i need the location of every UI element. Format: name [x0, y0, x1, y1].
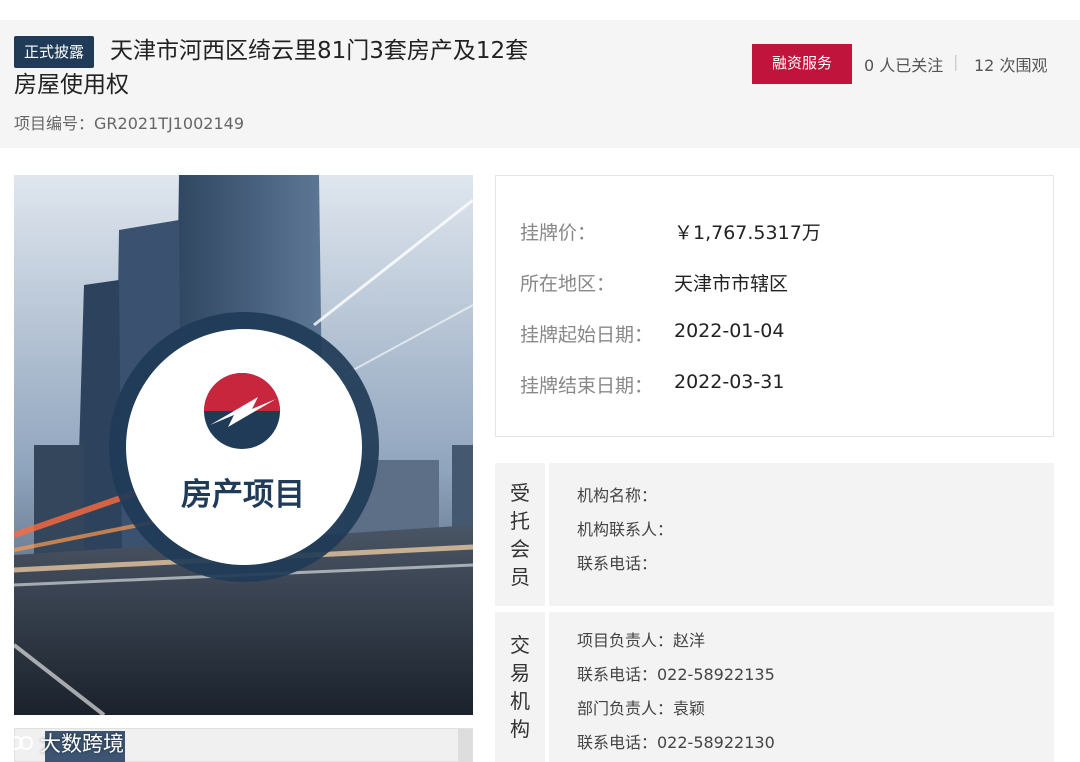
end-date-value: 2022-03-31	[674, 371, 785, 393]
heading-char: 构	[510, 717, 530, 741]
entrusted-member-heading: 受 托 会 员	[495, 463, 549, 606]
heading-char: 会	[510, 536, 530, 561]
listing-price-label: 挂牌价：	[520, 222, 597, 244]
member-contact-person: 机构联系人：	[577, 520, 674, 539]
end-date-row: 挂牌结束日期： 2022-03-31	[520, 371, 784, 398]
member-org-name: 机构名称：	[577, 486, 658, 505]
project-number: 项目编号：GR2021TJ1002149	[14, 110, 244, 134]
heading-char: 易	[510, 661, 530, 685]
department-head-phone[interactable]: 联系电话：022-58922130	[577, 726, 775, 760]
listing-info-panel: 挂牌价： ￥1,767.5317万 所在地区： 天津市市辖区 挂牌起始日期： 2…	[495, 175, 1054, 437]
trading-institution-heading: 交 易 机 构	[495, 612, 549, 762]
watermark-logo-icon	[9, 736, 33, 750]
project-image: 房产项目	[14, 175, 473, 715]
project-image-caption: 房产项目	[181, 477, 305, 513]
city-skyline-illustration: 房产项目	[14, 175, 473, 715]
thumbnail-scrollbar[interactable]	[458, 729, 472, 762]
watermark-text: 大数跨境	[40, 732, 124, 756]
start-date-label: 挂牌起始日期：	[520, 324, 654, 346]
heading-char: 受	[510, 480, 530, 505]
listing-price-row: 挂牌价： ￥1,767.5317万	[520, 218, 821, 245]
heading-char: 托	[510, 508, 530, 533]
heading-char: 机	[510, 689, 530, 713]
trade-details: 项目负责人：赵洋 联系电话：022-58922135 部门负责人：袁颖 联系电话…	[577, 624, 775, 760]
watermark: 大数跨境	[8, 728, 124, 758]
heading-char: 员	[510, 564, 530, 589]
entrusted-member-panel: 受 托 会 员 机构名称： 机构联系人： 联系电话：	[495, 463, 1054, 606]
status-badge: 正式披露	[14, 36, 95, 68]
trading-institution-panel: 交 易 机 构 项目负责人：赵洋 联系电话：022-58922135 部门负责人…	[495, 612, 1054, 762]
stats-divider: |	[953, 52, 959, 71]
location-row: 所在地区： 天津市市辖区	[520, 269, 788, 296]
project-manager: 项目负责人：赵洋	[577, 631, 706, 650]
location-label: 所在地区：	[520, 273, 616, 295]
views-count: 12 次围观	[974, 56, 1048, 75]
department-head: 部门负责人：袁颖	[577, 699, 706, 718]
project-manager-phone[interactable]: 联系电话：022-58922135	[577, 658, 775, 692]
member-details: 机构名称： 机构联系人： 联系电话：	[577, 479, 673, 581]
end-date-label: 挂牌结束日期：	[520, 375, 654, 397]
heading-char: 交	[510, 633, 530, 657]
member-phone: 联系电话：	[577, 554, 658, 573]
project-number-value: GR2021TJ1002149	[94, 114, 244, 133]
location-value: 天津市市辖区	[674, 273, 789, 295]
project-logo-icon	[204, 373, 280, 449]
start-date-row: 挂牌起始日期： 2022-01-04	[520, 320, 784, 347]
followers-count: 0 人已关注	[864, 56, 944, 75]
start-date-value: 2022-01-04	[674, 320, 785, 342]
project-number-label: 项目编号：	[14, 114, 95, 133]
listing-price-value: ￥1,767.5317万	[674, 222, 821, 244]
finance-service-button[interactable]: 融资服务	[752, 44, 852, 84]
